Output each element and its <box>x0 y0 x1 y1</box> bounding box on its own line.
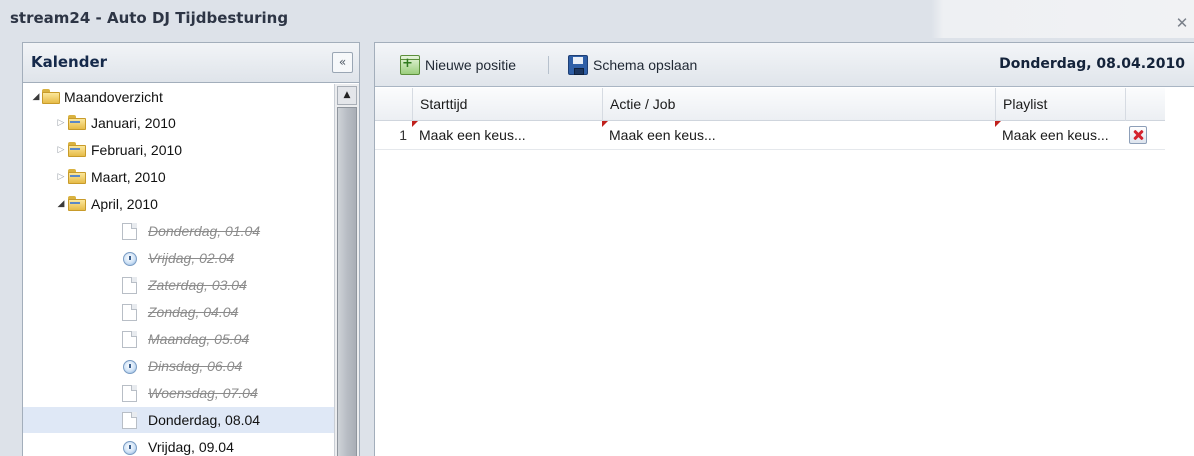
collapsed-arrow-icon[interactable]: ▷ <box>54 164 68 190</box>
page-icon <box>122 277 137 294</box>
tree-node-label: Februari, 2010 <box>91 142 183 158</box>
save-disk-icon <box>568 55 588 75</box>
clock-icon <box>123 252 137 266</box>
tree-node-month-april[interactable]: ◢ April, 2010 <box>23 191 334 217</box>
tree-node-month-februari[interactable]: ▷ Februari, 2010 <box>23 137 334 163</box>
tree-node-day[interactable]: Dinsdag, 06.04 <box>23 353 334 379</box>
folder-calendar-icon <box>68 142 86 157</box>
new-position-button[interactable]: Nieuwe positie <box>400 52 540 77</box>
tree-node-day[interactable]: Vrijdag, 02.04 <box>23 245 334 271</box>
calendar-panel-header: Kalender « <box>23 43 359 83</box>
column-header-starttijd[interactable]: Starttijd <box>412 88 602 121</box>
cell-actie-job[interactable]: Maak een keus... <box>602 121 995 150</box>
folder-calendar-icon <box>68 115 86 130</box>
tree-node-label: Maart, 2010 <box>91 169 166 185</box>
delete-row-icon[interactable] <box>1129 126 1147 144</box>
table-row[interactable]: 1 Maak een keus... Maak een keus... Maak… <box>375 121 1165 150</box>
cell-playlist[interactable]: Maak een keus... <box>995 121 1125 150</box>
schedule-panel: Nieuwe positie Schema opslaan Donderdag,… <box>374 42 1194 456</box>
tree-node-label: Zondag, 04.04 <box>148 304 239 320</box>
window-title: stream24 - Auto DJ Tijdbesturing <box>10 9 289 27</box>
scrollbar-thumb[interactable] <box>337 107 357 456</box>
tree-node-label: Maandag, 05.04 <box>148 331 250 347</box>
column-header-actions <box>1125 88 1165 121</box>
column-header-playlist[interactable]: Playlist <box>995 88 1125 121</box>
title-bar: stream24 - Auto DJ Tijdbesturing ✕ <box>0 0 1194 38</box>
clock-icon <box>123 441 137 455</box>
tree-node-label: Zaterdag, 03.04 <box>148 277 247 293</box>
save-schedule-label: Schema opslaan <box>593 57 698 73</box>
calendar-tree: ◢ Maandoverzicht ▷ Januari, 2010 ▷ Febru… <box>23 84 334 456</box>
cell-playlist-value: Maak een keus... <box>1002 127 1109 143</box>
folder-calendar-icon <box>68 196 86 211</box>
tree-node-label: Vrijdag, 09.04 <box>148 439 234 455</box>
tree-node-label: Dinsdag, 06.04 <box>148 358 243 374</box>
collapsed-arrow-icon[interactable]: ▷ <box>54 137 68 163</box>
modified-marker-icon <box>602 121 608 127</box>
tree-scrollbar[interactable]: ▲ <box>334 84 359 456</box>
tree-node-day[interactable]: Woensdag, 07.04 <box>23 380 334 406</box>
tree-node-day[interactable]: Zaterdag, 03.04 <box>23 272 334 298</box>
schedule-toolbar: Nieuwe positie Schema opslaan Donderdag,… <box>375 43 1194 87</box>
page-icon <box>122 331 137 348</box>
tree-node-label: Januari, 2010 <box>91 115 176 131</box>
folder-open-icon <box>42 89 60 104</box>
column-header-actie-job[interactable]: Actie / Job <box>602 88 995 121</box>
scroll-up-arrow-icon[interactable]: ▲ <box>337 86 357 105</box>
tree-node-label: Woensdag, 07.04 <box>148 385 258 401</box>
tree-node-label: Donderdag, 08.04 <box>148 412 261 428</box>
expanded-arrow-icon[interactable]: ◢ <box>54 191 68 217</box>
new-position-label: Nieuwe positie <box>425 57 517 73</box>
tree-node-day[interactable]: Donderdag, 01.04 <box>23 218 334 244</box>
tree-node-label: Vrijdag, 02.04 <box>148 250 235 266</box>
tree-node-maandoverzicht[interactable]: ◢ Maandoverzicht <box>23 84 334 110</box>
save-schedule-button[interactable]: Schema opslaan <box>568 53 718 77</box>
collapsed-arrow-icon[interactable]: ▷ <box>54 110 68 136</box>
grid-header: Starttijd Actie / Job Playlist <box>375 88 1165 121</box>
folder-calendar-icon <box>68 169 86 184</box>
auto-dj-window: stream24 - Auto DJ Tijdbesturing ✕ Kalen… <box>0 0 1194 456</box>
new-row-icon <box>400 52 420 76</box>
row-number: 1 <box>399 127 407 143</box>
calendar-panel: Kalender « ◢ Maandoverzicht ▷ Januari, 2… <box>22 42 360 456</box>
calendar-panel-title: Kalender <box>31 53 108 71</box>
tree-node-label: Donderdag, 01.04 <box>148 223 261 239</box>
tree-node-day-selected[interactable]: Donderdag, 08.04 <box>23 407 334 433</box>
tree-node-label: Maandoverzicht <box>64 89 163 105</box>
cell-starttijd[interactable]: Maak een keus... <box>412 121 602 150</box>
toolbar-separator <box>548 56 549 74</box>
collapse-panel-button[interactable]: « <box>332 52 353 73</box>
tree-node-day[interactable]: Maandag, 05.04 <box>23 326 334 352</box>
modified-marker-icon <box>995 121 1001 127</box>
page-icon <box>122 385 137 402</box>
tree-node-day[interactable]: Vrijdag, 09.04 <box>23 434 334 456</box>
tree-node-month-maart[interactable]: ▷ Maart, 2010 <box>23 164 334 190</box>
expanded-arrow-icon[interactable]: ◢ <box>29 84 43 110</box>
cell-actie-job-value: Maak een keus... <box>609 127 716 143</box>
page-icon <box>122 304 137 321</box>
tree-node-month-januari[interactable]: ▷ Januari, 2010 <box>23 110 334 136</box>
tree-node-label: April, 2010 <box>91 196 158 212</box>
page-icon <box>122 412 137 429</box>
tree-node-day[interactable]: Zondag, 04.04 <box>23 299 334 325</box>
page-icon <box>122 223 137 240</box>
close-icon[interactable]: ✕ <box>1174 14 1190 32</box>
current-date-label: Donderdag, 08.04.2010 <box>999 56 1185 72</box>
modified-marker-icon <box>412 121 418 127</box>
cell-starttijd-value: Maak een keus... <box>419 127 526 143</box>
clock-icon <box>123 360 137 374</box>
